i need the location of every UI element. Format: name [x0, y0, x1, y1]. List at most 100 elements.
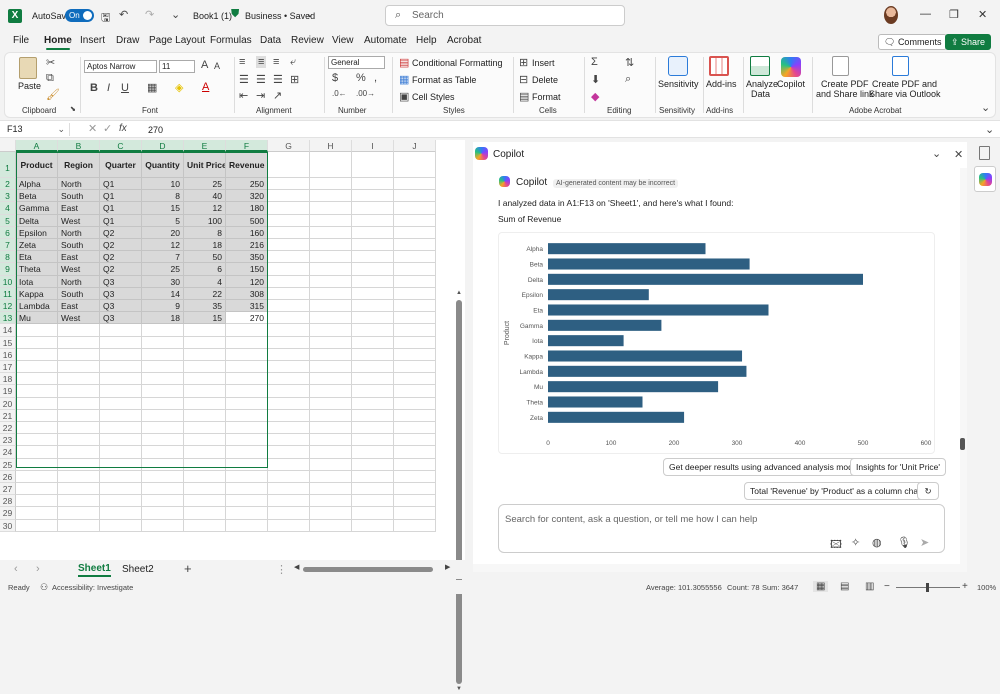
cell[interactable]	[226, 519, 268, 532]
cell[interactable]	[394, 495, 436, 508]
cell[interactable]	[310, 312, 352, 325]
cell[interactable]	[100, 470, 142, 483]
cell[interactable]	[268, 287, 310, 300]
cell[interactable]	[394, 226, 436, 239]
table-cell[interactable]: 150	[226, 263, 268, 276]
align-middle-icon[interactable]: ≡	[256, 56, 267, 68]
cell[interactable]	[352, 300, 394, 313]
cell[interactable]	[142, 361, 184, 374]
table-cell[interactable]: Q1	[100, 202, 142, 215]
column-header-a[interactable]: A	[16, 140, 58, 152]
cell[interactable]	[352, 239, 394, 252]
tab-scroll-right-icon[interactable]: ›	[36, 563, 40, 575]
cell[interactable]	[310, 348, 352, 361]
font-size-select[interactable]: 11	[159, 60, 195, 73]
cell[interactable]	[142, 385, 184, 398]
cell[interactable]	[142, 483, 184, 496]
table-cell[interactable]: 250	[226, 178, 268, 191]
row-header-27[interactable]: 27	[0, 483, 16, 496]
row-header-1[interactable]: 1	[0, 152, 16, 178]
cell[interactable]	[310, 458, 352, 471]
cell-header-revenue[interactable]: Revenue	[226, 152, 268, 178]
cell[interactable]	[184, 483, 226, 496]
increase-indent-icon[interactable]: ⇥	[256, 89, 265, 102]
table-cell[interactable]: Q3	[100, 312, 142, 325]
table-cell[interactable]: 100	[184, 214, 226, 227]
row-header-7[interactable]: 7	[0, 239, 16, 252]
cell[interactable]	[268, 422, 310, 435]
cell[interactable]	[184, 470, 226, 483]
table-cell[interactable]: 14	[142, 287, 184, 300]
status-accessibility[interactable]: Accessibility: Investigate	[52, 583, 133, 592]
cell[interactable]	[352, 446, 394, 459]
cell[interactable]	[352, 483, 394, 496]
table-cell[interactable]: Q3	[100, 300, 142, 313]
sensitivity-icon[interactable]	[668, 56, 688, 76]
table-cell[interactable]: 308	[226, 287, 268, 300]
italic-icon[interactable]: I	[107, 82, 110, 94]
cell[interactable]	[58, 519, 100, 532]
table-cell[interactable]: Alpha	[16, 178, 58, 191]
cell[interactable]	[16, 336, 58, 349]
cell[interactable]	[394, 422, 436, 435]
cell[interactable]	[16, 507, 58, 520]
cell[interactable]	[394, 152, 436, 178]
copilot-scrollbar-thumb[interactable]	[960, 438, 965, 450]
cell[interactable]	[58, 470, 100, 483]
table-cell[interactable]: East	[58, 202, 100, 215]
row-header-19[interactable]: 19	[0, 385, 16, 398]
format-painter-icon[interactable]: 🖌	[46, 88, 60, 101]
table-cell[interactable]: 8	[184, 226, 226, 239]
cell[interactable]	[394, 287, 436, 300]
cell-styles-button[interactable]: Cell Styles	[412, 92, 455, 102]
cell[interactable]	[142, 446, 184, 459]
cell[interactable]	[310, 373, 352, 386]
cell[interactable]	[16, 397, 58, 410]
copilot-prompt-box[interactable]: Search for content, ask a question, or t…	[498, 504, 945, 553]
zoom-level[interactable]: 100%	[977, 583, 996, 592]
cell[interactable]	[142, 470, 184, 483]
cell[interactable]	[58, 397, 100, 410]
cell[interactable]	[310, 470, 352, 483]
row-header-14[interactable]: 14	[0, 324, 16, 337]
column-header-c[interactable]: C	[100, 140, 142, 152]
zoom-in-icon[interactable]: +	[962, 581, 968, 592]
cell[interactable]	[226, 361, 268, 374]
cell[interactable]	[394, 458, 436, 471]
table-cell[interactable]: 12	[184, 202, 226, 215]
align-center-icon[interactable]: ☰	[256, 73, 266, 86]
cell[interactable]	[142, 458, 184, 471]
cell[interactable]	[184, 519, 226, 532]
suggestion-revenue-column-chart[interactable]: Total 'Revenue' by 'Product' as a column…	[744, 482, 930, 500]
cell[interactable]	[16, 324, 58, 337]
page-layout-view-icon[interactable]: ▤	[840, 581, 849, 592]
cell[interactable]	[310, 152, 352, 178]
cell[interactable]	[142, 324, 184, 337]
table-cell[interactable]: 22	[184, 287, 226, 300]
horizontal-scrollbar-thumb[interactable]	[303, 567, 433, 572]
cell[interactable]	[268, 495, 310, 508]
tab-scroll-left-icon[interactable]: ‹	[14, 563, 18, 575]
close-window-icon[interactable]: ✕	[978, 8, 987, 21]
cell[interactable]	[352, 519, 394, 532]
sensitivity-button[interactable]: Sensitivity	[658, 79, 699, 89]
cell[interactable]	[268, 470, 310, 483]
cell[interactable]	[394, 519, 436, 532]
clipboard-launcher-icon[interactable]: ⬊	[70, 105, 76, 113]
cell[interactable]	[394, 324, 436, 337]
cell[interactable]	[394, 275, 436, 288]
copy-icon[interactable]: ⧉	[46, 72, 54, 85]
cell[interactable]	[352, 336, 394, 349]
vertical-scrollbar[interactable]: ▲ ▼	[455, 290, 463, 694]
cell[interactable]	[226, 409, 268, 422]
autosum-icon[interactable]: Σ	[591, 56, 598, 68]
table-cell[interactable]: Epsilon	[16, 226, 58, 239]
cell-header-quantity[interactable]: Quantity	[142, 152, 184, 178]
table-cell[interactable]: Q1	[100, 214, 142, 227]
hscroll-right-icon[interactable]: ▶	[445, 563, 450, 571]
cell[interactable]	[226, 385, 268, 398]
cell[interactable]	[268, 397, 310, 410]
cell[interactable]	[394, 178, 436, 191]
increase-decimal-icon[interactable]: .0←	[332, 89, 347, 98]
cell[interactable]	[100, 507, 142, 520]
